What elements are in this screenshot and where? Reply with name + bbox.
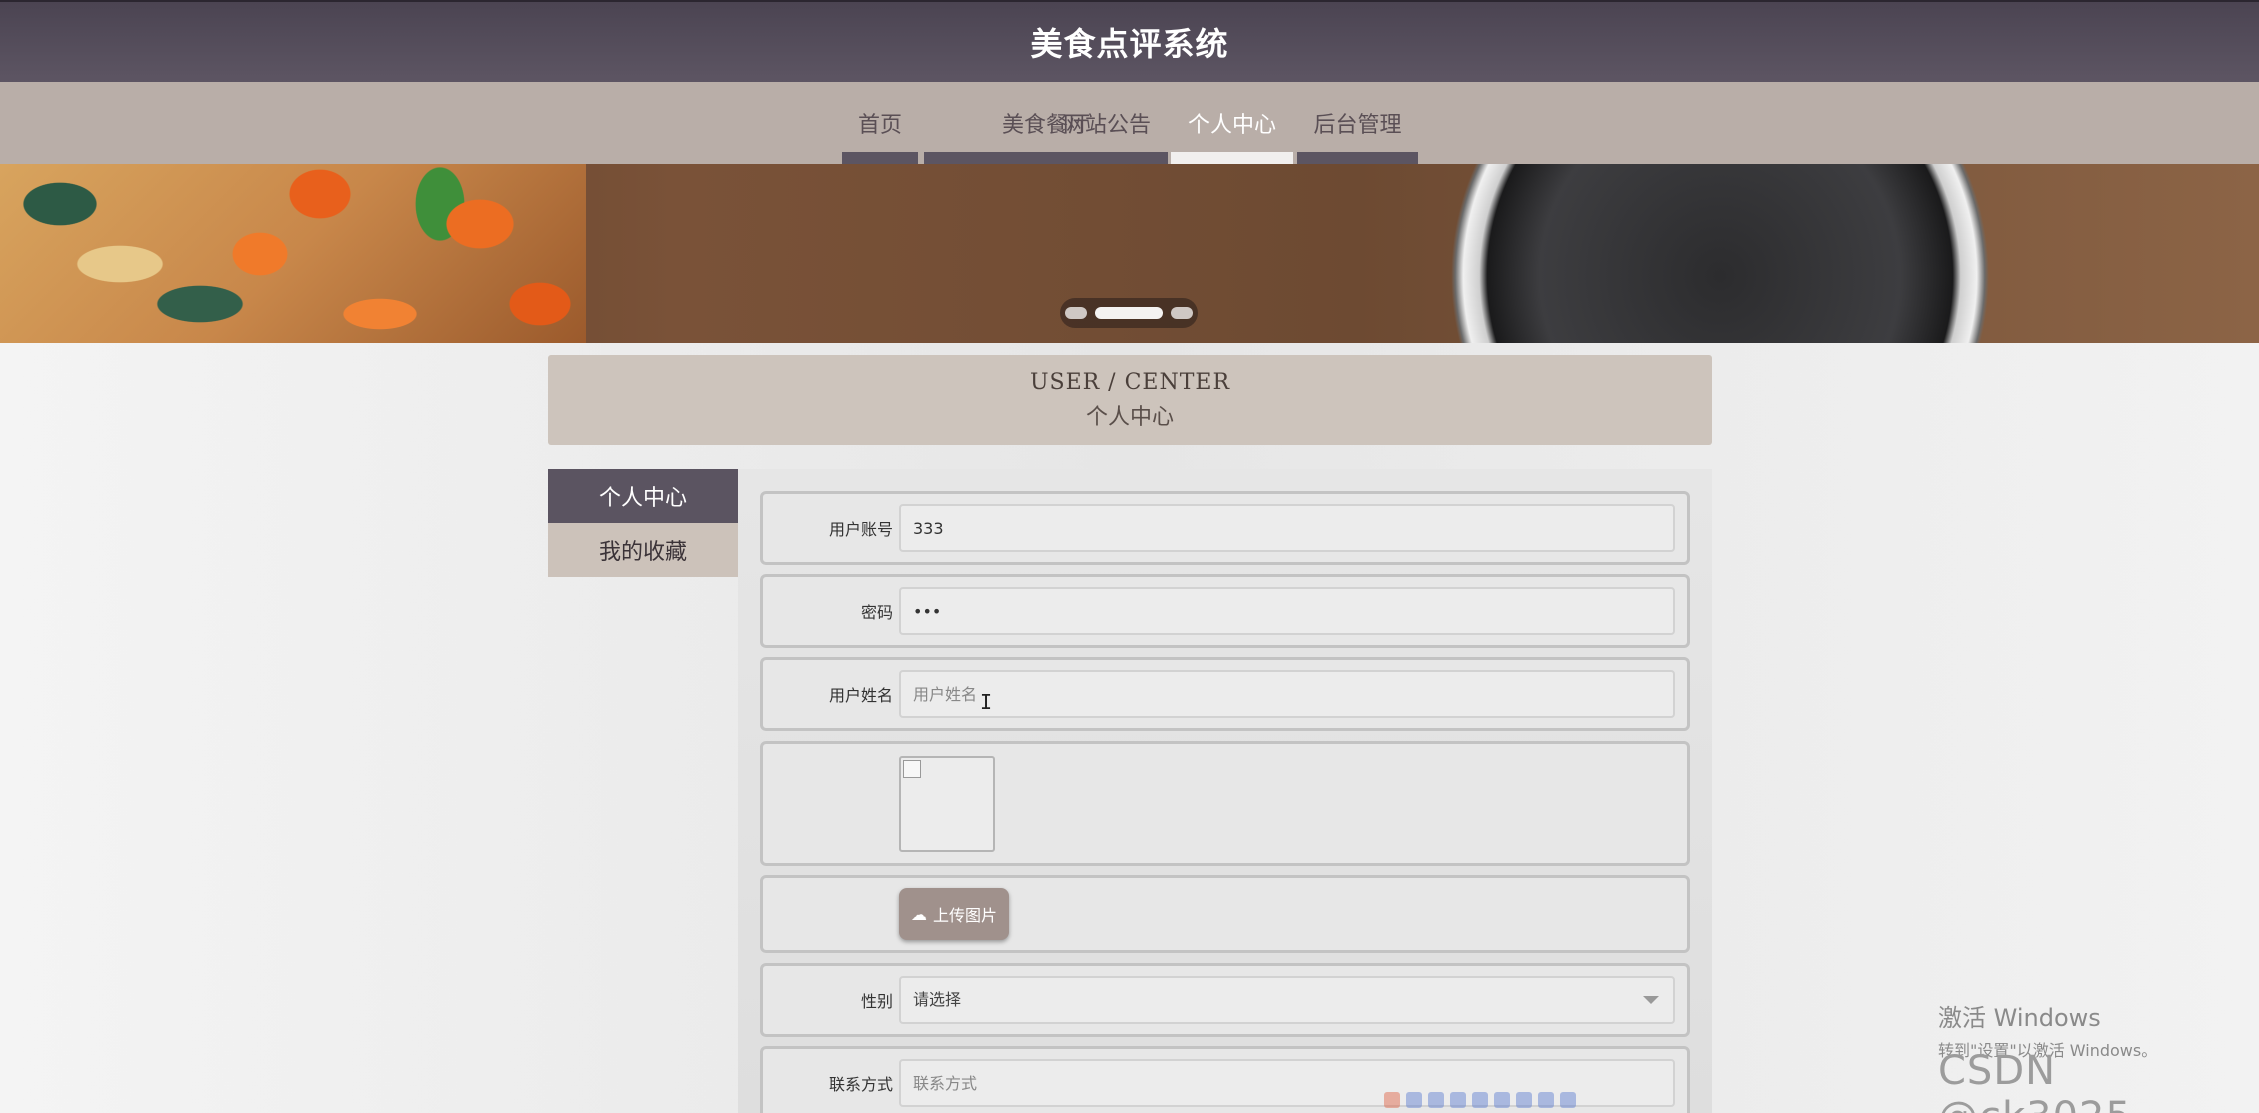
gender-select-value: 请选择	[913, 990, 962, 1009]
broken-image-icon	[903, 760, 921, 778]
nav-item-home[interactable]: 首页	[842, 82, 918, 164]
carousel-indicators	[1060, 298, 1198, 328]
ime-grid-icon	[1516, 1092, 1532, 1108]
carousel-dot[interactable]	[1065, 307, 1087, 319]
password-label: 密码	[860, 603, 893, 622]
side-item-user-center[interactable]: 个人中心	[548, 469, 738, 523]
ime-logo-icon	[1384, 1092, 1400, 1108]
nav-underline	[842, 152, 918, 164]
nav-item-announcements[interactable]: 网站公告	[1057, 82, 1157, 164]
form-row-name: 用户姓名	[760, 657, 1690, 731]
ime-moon-icon	[1428, 1092, 1444, 1108]
upload-image-button[interactable]: ☁ 上传图片	[899, 888, 1010, 940]
banner-carousel	[0, 164, 2259, 343]
carousel-dot[interactable]	[1171, 307, 1193, 319]
nav-item-label: 后台管理	[1313, 113, 1402, 138]
cloud-upload-icon: ☁	[911, 904, 927, 924]
ime-punct-icon	[1450, 1092, 1466, 1108]
main-nav: 首页 美食餐厅 网站公告 个人中心 后台管理	[0, 82, 2259, 164]
form-row-account: 用户账号	[760, 491, 1690, 565]
form-row-gender: 性别 请选择	[760, 963, 1690, 1037]
activate-title: 激活 Windows	[1938, 1004, 2101, 1032]
site-title: 美食点评系统	[1030, 25, 1229, 63]
side-item-favorites[interactable]: 我的收藏	[548, 523, 738, 577]
ime-gear-icon	[1560, 1092, 1576, 1108]
nav-underline	[1297, 152, 1418, 164]
gender-select[interactable]: 请选择	[899, 976, 1675, 1024]
upload-button-label: 上传图片	[933, 906, 998, 925]
password-input[interactable]	[899, 587, 1675, 635]
form-row-password: 密码	[760, 574, 1690, 648]
site-header: 美食点评系统	[0, 0, 2259, 82]
contact-label: 联系方式	[828, 1075, 893, 1094]
nav-item-label: 首页	[857, 113, 902, 138]
side-menu: 个人中心 我的收藏	[548, 469, 738, 577]
nav-item-label: 个人中心	[1187, 113, 1276, 138]
ime-mode-icon	[1406, 1092, 1422, 1108]
section-title-panel: USER / CENTER 个人中心	[548, 355, 1712, 445]
account-label: 用户账号	[828, 520, 893, 539]
account-input[interactable]	[899, 504, 1675, 552]
text-cursor-icon: I	[980, 690, 993, 714]
form-row-upload: ☁ 上传图片	[760, 875, 1690, 953]
nav-underline-active	[1171, 152, 1293, 164]
gender-label: 性别	[860, 992, 893, 1011]
name-label: 用户姓名	[828, 686, 893, 705]
ime-user-icon	[1494, 1092, 1510, 1108]
chevron-down-icon	[1643, 996, 1659, 1004]
nav-item-admin[interactable]: 后台管理	[1297, 82, 1418, 164]
banner-food-image	[0, 164, 586, 343]
section-title-en: USER / CENTER	[1029, 369, 1231, 395]
form-row-avatar	[760, 741, 1690, 866]
banner-cup-image	[1400, 164, 2040, 343]
nav-item-user-center[interactable]: 个人中心	[1171, 82, 1293, 164]
csdn-watermark: CSDN @ck3025	[1938, 1048, 2131, 1113]
ime-toolbar	[1384, 1087, 1624, 1113]
section-title-cn: 个人中心	[1085, 404, 1174, 430]
nav-item-label: 网站公告	[1062, 113, 1151, 138]
ime-shirt-icon	[1538, 1092, 1554, 1108]
carousel-dot-active[interactable]	[1095, 307, 1163, 319]
ime-keyboard-icon	[1472, 1092, 1488, 1108]
avatar-preview	[899, 756, 995, 852]
profile-form: 用户账号 密码 用户姓名 ☁ 上传图片 性别 请选择 联系方式	[738, 469, 1712, 1113]
name-input[interactable]	[899, 670, 1675, 718]
